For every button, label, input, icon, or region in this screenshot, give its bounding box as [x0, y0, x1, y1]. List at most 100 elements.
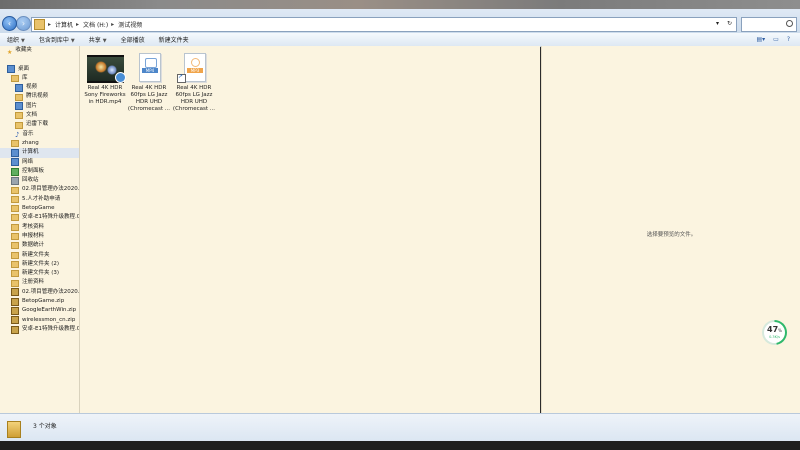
new-folder-button[interactable]: 新建文件夹 — [152, 35, 196, 44]
chevron-right-icon: ▸ — [48, 21, 52, 28]
folder-icon — [15, 121, 23, 129]
nav-item[interactable]: 数据统计 — [0, 241, 79, 250]
network-icon — [11, 158, 19, 167]
preview-message: 选择要预览的文件。 — [646, 232, 697, 238]
desktop-icon — [7, 65, 15, 74]
library-icon — [11, 75, 19, 83]
breadcrumb-computer[interactable]: 计算机 — [55, 20, 73, 29]
dropdown-arrow-icon[interactable]: ▾ — [716, 20, 719, 27]
nav-item[interactable]: 腾讯视频 — [0, 92, 79, 101]
top-strip — [0, 0, 800, 9]
nav-item-label: 视频 — [26, 84, 38, 91]
nav-item-label: 迅雷下载 — [26, 121, 49, 128]
file-name: Real 4K HDR 60fps LG Jazz HDR UHD (Chrom… — [127, 85, 171, 112]
nav-item-label: 回收站 — [22, 177, 39, 184]
picture-folder-icon — [15, 102, 23, 111]
file-item[interactable]: Real 4K HDR Sony Fireworks in HDR.mp4 — [83, 52, 127, 106]
nav-item[interactable]: 安卓-E1特殊升级教程.0 — [0, 213, 79, 222]
nav-item-label: 网络 — [22, 158, 34, 165]
help-icon[interactable]: ? — [787, 36, 790, 43]
nav-item-label: 计算机 — [22, 149, 39, 156]
computer-icon — [34, 19, 45, 30]
forward-button[interactable]: › — [16, 16, 31, 31]
nav-item[interactable]: 网络 — [0, 158, 79, 167]
nav-item-label: 注册资料 — [22, 279, 45, 286]
nav-item[interactable]: 安卓-E1特殊升级教程.0.z — [0, 325, 79, 334]
nav-item[interactable]: 计算机 — [0, 148, 79, 158]
preview-pane-icon[interactable]: ▭ — [773, 36, 779, 43]
include-in-library-menu[interactable]: 包含到库中 ▼ — [32, 35, 82, 44]
file-item[interactable]: MP4 Real 4K HDR 60fps LG Jazz HDR UHD (C… — [127, 52, 171, 113]
folder-icon — [15, 93, 23, 101]
nav-item[interactable]: BetopGame.zip — [0, 297, 79, 306]
address-input[interactable]: ▸ 计算机 ▸ 文档 (H:) ▸ 测试视频 ▾ ↻ — [31, 17, 737, 32]
chevron-right-icon: ▸ — [111, 21, 115, 28]
status-bar: 3 个对象 — [0, 413, 800, 442]
nav-item-label: 新建文件夹 (3) — [22, 270, 60, 277]
nav-item[interactable]: 视频 — [0, 83, 79, 92]
organize-menu[interactable]: 组织 ▼ — [0, 35, 32, 44]
chevron-down-icon: ▼ — [102, 38, 107, 44]
folder-icon — [11, 233, 19, 241]
nav-item[interactable]: 桌面 — [0, 65, 79, 74]
nav-item-label: 腾讯视频 — [26, 93, 49, 100]
nav-item[interactable]: 注册资料 — [0, 278, 79, 287]
nav-item[interactable]: 新建文件夹 (2) — [0, 260, 79, 269]
breadcrumb-folder[interactable]: 测试视频 — [118, 20, 142, 29]
nav-item[interactable]: 新建文件夹 (3) — [0, 269, 79, 278]
document-folder-icon — [15, 112, 23, 120]
navigation-pane: ★ 收藏夹桌面库视频腾讯视频图片 文档迅雷下载 ♪ 音乐 zhang 计算机网络控制面板 回收… — [0, 46, 80, 413]
search-input[interactable] — [741, 17, 797, 32]
nav-item[interactable]: 5.人才补助申请 — [0, 195, 79, 204]
nav-item[interactable]: 迅雷下载 — [0, 120, 79, 129]
nav-item[interactable]: 申报材料 — [0, 232, 79, 241]
zip-icon — [11, 297, 19, 306]
folder-icon — [11, 205, 19, 213]
nav-item[interactable]: GoogleEarthWin.zip — [0, 306, 79, 315]
file-type-tag: MP4 — [142, 68, 158, 73]
back-button[interactable]: ‹ — [2, 16, 17, 31]
nav-item-label: 数据统计 — [22, 242, 45, 249]
folder-icon — [11, 214, 19, 222]
nav-item[interactable]: ★ 收藏夹 — [0, 46, 79, 55]
nav-item-label: 收藏夹 — [15, 47, 32, 53]
speed-widget-rate: 0.3K/s — [769, 335, 780, 339]
view-options-icon[interactable]: ▤▾ — [756, 36, 765, 43]
share-menu[interactable]: 共享 ▼ — [82, 35, 114, 44]
user-folder-icon — [11, 140, 19, 148]
file-name: Real 4K HDR Sony Fireworks in HDR.mp4 — [84, 85, 126, 105]
nav-item[interactable]: BetopGame — [0, 204, 79, 213]
breadcrumb-drive[interactable]: 文档 (H:) — [83, 20, 108, 29]
nav-item[interactable]: 文档 — [0, 111, 79, 120]
nav-item[interactable]: 回收站 — [0, 176, 79, 185]
music-icon: ♪ — [15, 131, 20, 139]
video-folder-icon — [15, 83, 23, 92]
nav-item[interactable]: 02.项目管理办法2020.2. — [0, 288, 79, 297]
file-item[interactable]: MP3 Real 4K HDR 60fps LG Jazz HDR UHD (C… — [172, 52, 216, 113]
mp4-file-icon: MP4 — [130, 52, 168, 82]
chevron-down-icon: ▼ — [70, 38, 75, 44]
folder-icon — [11, 251, 19, 259]
zip-icon — [11, 306, 19, 315]
play-all-button[interactable]: 全部播放 — [114, 35, 152, 44]
nav-item-label: 02.项目管理办法2020.2. — [22, 186, 79, 193]
folder-icon — [11, 279, 19, 287]
nav-item[interactable]: 控制面板 — [0, 167, 79, 176]
nav-item-label: zhang — [22, 139, 39, 146]
file-name: Real 4K HDR 60fps LG Jazz HDR UHD (Chrom… — [172, 85, 216, 112]
nav-item[interactable]: 图片 — [0, 102, 79, 111]
nav-item-label: 安卓-E1特殊升级教程.0.z — [22, 325, 79, 332]
nav-item[interactable]: 02.项目管理办法2020.2. — [0, 185, 79, 194]
nav-item[interactable]: 考核资料 — [0, 223, 79, 232]
nav-item[interactable]: ♪ 音乐 — [0, 130, 79, 139]
network-speed-widget[interactable]: 47% 0.3K/s — [762, 320, 787, 345]
nav-item[interactable]: 新建文件夹 — [0, 251, 79, 260]
nav-item[interactable]: 库 — [0, 74, 79, 83]
nav-item-label: 文档 — [26, 112, 38, 119]
nav-item[interactable]: zhang — [0, 139, 79, 148]
nav-item[interactable]: wirelessmon_cn.zip — [0, 316, 79, 325]
refresh-icon[interactable]: ↻ — [727, 20, 732, 27]
media-player-badge-icon — [115, 72, 126, 83]
zip-icon — [11, 325, 19, 334]
speed-widget-percent: 47 — [767, 325, 779, 334]
